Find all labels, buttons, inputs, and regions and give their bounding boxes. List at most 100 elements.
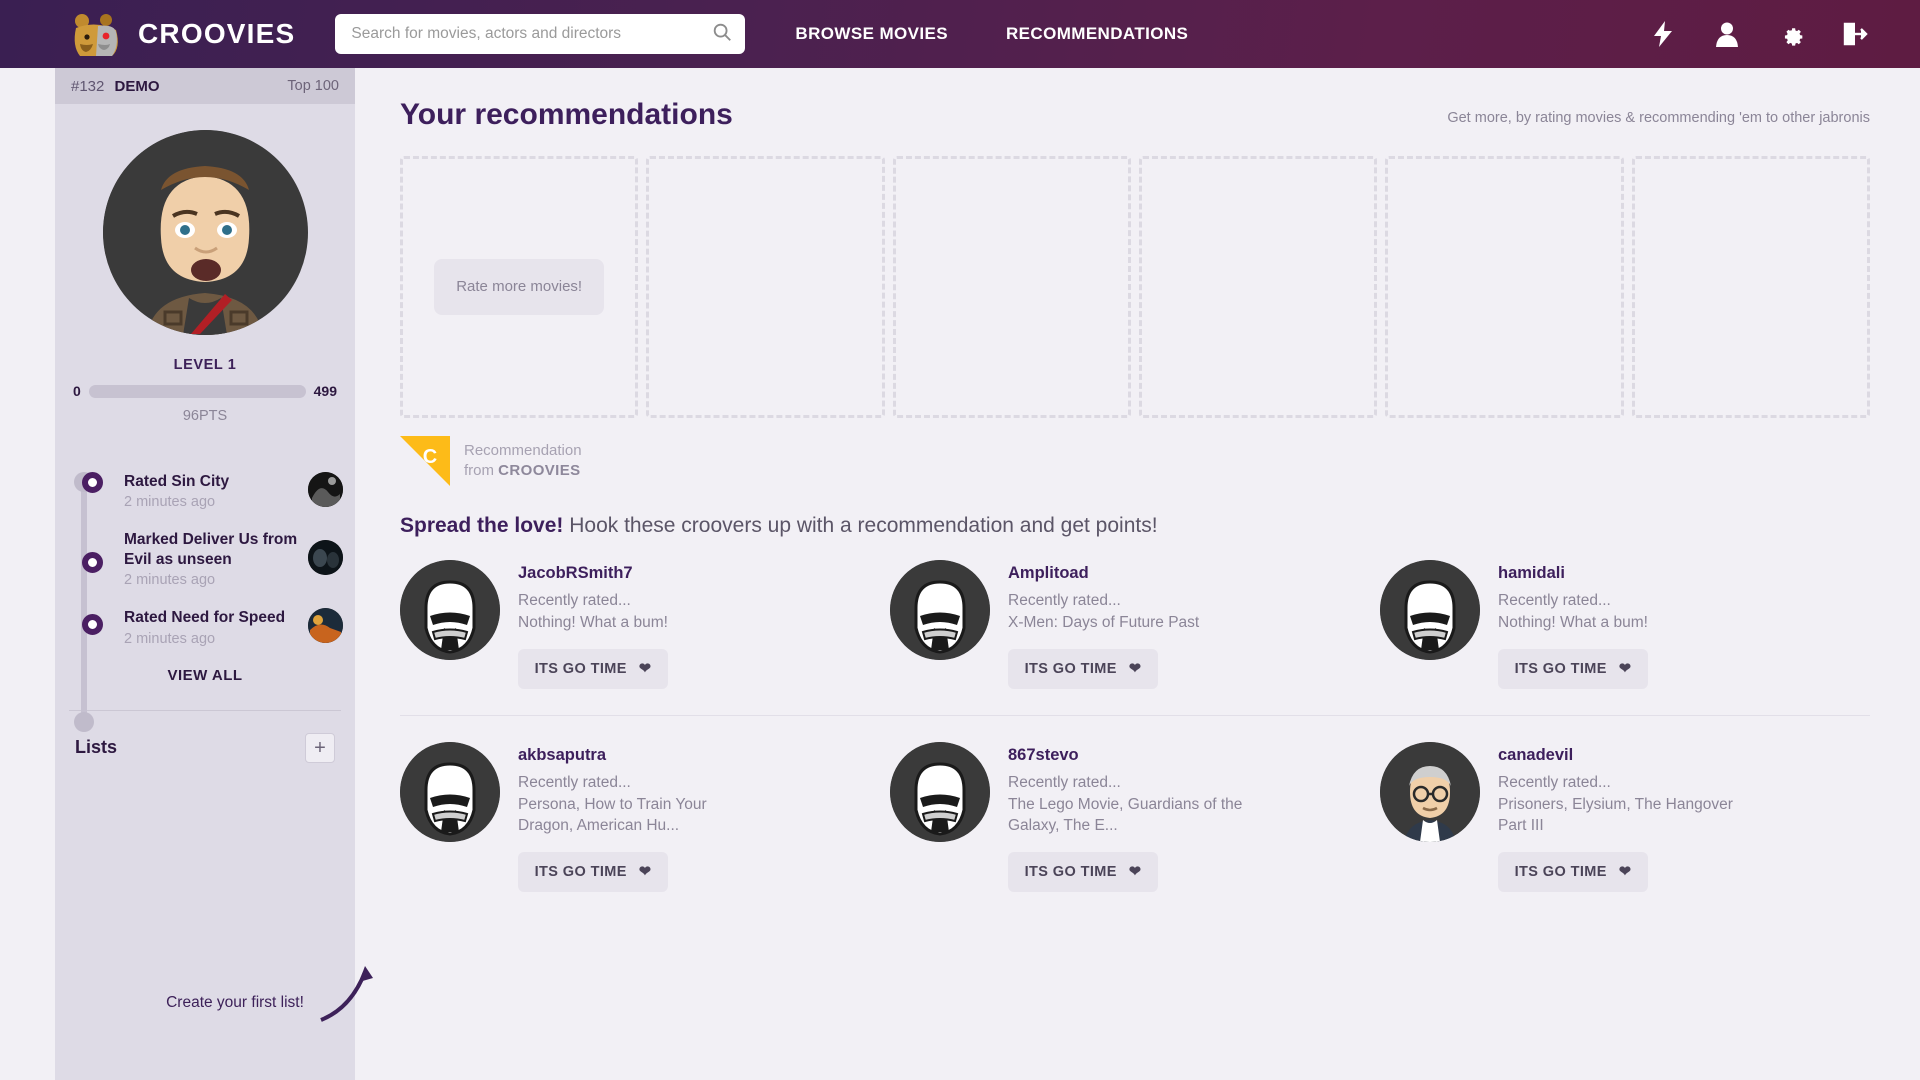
croovers-list: JacobRSmith7 Recently rated... Nothing! … bbox=[400, 560, 1870, 918]
svg-text:C: C bbox=[423, 446, 437, 468]
recommendation-slot[interactable] bbox=[1138, 156, 1378, 418]
legend-line-1: Recommendation bbox=[464, 441, 582, 459]
heart-icon: ❤ bbox=[638, 661, 652, 678]
gear-icon[interactable] bbox=[1778, 21, 1804, 47]
search-input[interactable] bbox=[351, 25, 712, 43]
timeline-line bbox=[81, 480, 87, 730]
croover-card: canadevil Recently rated... Prisoners, E… bbox=[1380, 742, 1870, 892]
croover-avatar[interactable] bbox=[890, 560, 990, 660]
recently-rated-label: Recently rated... bbox=[518, 774, 631, 792]
croover-avatar[interactable] bbox=[400, 560, 500, 660]
croover-name[interactable]: canadevil bbox=[1498, 746, 1738, 765]
top-icon-group bbox=[1650, 0, 1868, 68]
its-go-time-button[interactable]: ITS GO TIME ❤ bbox=[1498, 851, 1648, 892]
view-all-button[interactable]: VIEW ALL bbox=[55, 667, 355, 684]
croover-rated-movies: Persona, How to Train Your Dragon, Ameri… bbox=[518, 796, 707, 834]
timeline-item[interactable]: Rated Sin City 2 minutes ago bbox=[72, 472, 355, 510]
movie-thumbnail[interactable] bbox=[308, 472, 343, 507]
recently-rated-label: Recently rated... bbox=[1498, 774, 1611, 792]
recommendation-slot[interactable]: Rate more movies! bbox=[400, 156, 639, 418]
croover-avatar[interactable] bbox=[1380, 742, 1480, 843]
lightning-bolt-icon[interactable] bbox=[1650, 21, 1676, 47]
go-button-label: ITS GO TIME bbox=[1514, 661, 1607, 678]
croover-name[interactable]: akbsaputra bbox=[518, 746, 758, 765]
user-name: DEMO bbox=[114, 77, 160, 95]
points-label: 96PTS bbox=[182, 408, 228, 424]
crooover-row: akbsaputra Recently rated... Persona, Ho… bbox=[400, 716, 1870, 917]
its-go-time-button[interactable]: ITS GO TIME ❤ bbox=[1498, 649, 1648, 690]
user-avatar[interactable] bbox=[102, 130, 308, 335]
recommendation-slot[interactable] bbox=[646, 156, 885, 418]
spread-rest: Hook these croovers up with a recommenda… bbox=[563, 514, 1158, 537]
activity-title: Rated Need for Speed bbox=[124, 609, 286, 627]
recently-rated-label: Recently rated... bbox=[518, 592, 631, 609]
its-go-time-button[interactable]: ITS GO TIME ❤ bbox=[1008, 649, 1158, 690]
recommendation-slot[interactable] bbox=[892, 156, 1131, 418]
timeline-dot-icon bbox=[82, 472, 103, 493]
timeline-dot-icon bbox=[82, 614, 103, 636]
croover-rated-movies: Nothing! What a bum! bbox=[1498, 614, 1648, 632]
croover-name[interactable]: JacobRSmith7 bbox=[518, 564, 668, 583]
croover-rated-movies: Nothing! What a bum! bbox=[518, 614, 668, 632]
nav-item-browse-movies[interactable]: BROWSE MOVIES bbox=[795, 24, 948, 44]
spread-the-love-heading: Spread the love! Hook these croovers up … bbox=[400, 514, 1870, 538]
nav-item-recommendations[interactable]: RECOMMENDATIONS bbox=[1006, 24, 1188, 44]
main-content: Your recommendations Get more, by rating… bbox=[355, 68, 1920, 1080]
croovies-flag-icon: C bbox=[400, 436, 450, 486]
logo-area[interactable]: CROOVIES bbox=[68, 10, 295, 58]
activity-time: 2 minutes ago bbox=[124, 630, 216, 647]
croover-avatar[interactable] bbox=[1380, 560, 1480, 660]
croover-name[interactable]: hamidali bbox=[1498, 564, 1648, 583]
top-100-label[interactable]: Top 100 bbox=[287, 78, 339, 94]
croover-name[interactable]: 867stevo bbox=[1008, 746, 1248, 765]
croover-avatar[interactable] bbox=[400, 742, 500, 843]
progress-min: 0 bbox=[73, 383, 81, 399]
movie-thumbnail[interactable] bbox=[308, 540, 343, 576]
logout-icon[interactable] bbox=[1842, 21, 1868, 47]
search-box[interactable] bbox=[335, 14, 746, 54]
brand-title: CROOVIES bbox=[138, 18, 296, 49]
progress-track bbox=[88, 384, 306, 398]
recently-rated-label: Recently rated... bbox=[1008, 774, 1121, 792]
user-profile-icon[interactable] bbox=[1714, 21, 1740, 47]
rate-more-movies-button[interactable]: Rate more movies! bbox=[434, 258, 605, 316]
croover-card: JacobRSmith7 Recently rated... Nothing! … bbox=[400, 560, 890, 690]
search-icon[interactable] bbox=[711, 21, 733, 48]
lists-title: Lists bbox=[75, 737, 118, 758]
heart-icon: ❤ bbox=[1618, 863, 1632, 880]
top-navigation-bar: CROOVIES BROWSE MOVIES RECOMMENDATIONS bbox=[0, 0, 1920, 68]
go-button-label: ITS GO TIME bbox=[1024, 863, 1117, 880]
croover-name[interactable]: Amplitoad bbox=[1008, 564, 1199, 583]
croover-rated-movies: The Lego Movie, Guardians of the Galaxy,… bbox=[1008, 796, 1243, 834]
bear-logo-icon bbox=[68, 10, 124, 58]
its-go-time-button[interactable]: ITS GO TIME ❤ bbox=[1008, 851, 1158, 892]
croover-card: hamidali Recently rated... Nothing! What… bbox=[1380, 560, 1870, 690]
croover-avatar[interactable] bbox=[890, 742, 990, 843]
page-header: Your recommendations Get more, by rating… bbox=[400, 98, 1870, 132]
croover-card: 867stevo Recently rated... The Lego Movi… bbox=[890, 742, 1380, 892]
activity-time: 2 minutes ago bbox=[124, 572, 216, 589]
lists-section-header: Lists + bbox=[55, 711, 355, 763]
crooover-row: JacobRSmith7 Recently rated... Nothing! … bbox=[400, 560, 1870, 717]
user-rank: #132 bbox=[71, 77, 105, 95]
main-nav: BROWSE MOVIES RECOMMENDATIONS bbox=[795, 24, 1188, 44]
add-list-button[interactable]: + bbox=[305, 732, 335, 763]
timeline-item[interactable]: Marked Deliver Us from Evil as unseen 2 … bbox=[72, 530, 355, 588]
recommendation-slot[interactable] bbox=[1385, 156, 1624, 418]
go-button-label: ITS GO TIME bbox=[534, 661, 627, 678]
create-first-list-hint: Create your first list! bbox=[166, 994, 304, 1011]
its-go-time-button[interactable]: ITS GO TIME ❤ bbox=[518, 851, 668, 892]
its-go-time-button[interactable]: ITS GO TIME ❤ bbox=[518, 649, 668, 690]
go-button-label: ITS GO TIME bbox=[1514, 863, 1607, 880]
recommendation-slots: Rate more movies! bbox=[400, 156, 1870, 418]
heart-icon: ❤ bbox=[1128, 863, 1142, 880]
croover-rated-movies: Prisoners, Elysium, The Hangover Part II… bbox=[1498, 796, 1733, 834]
activity-time: 2 minutes ago bbox=[124, 494, 216, 511]
timeline-item[interactable]: Rated Need for Speed 2 minutes ago bbox=[72, 608, 355, 647]
recently-rated-label: Recently rated... bbox=[1008, 592, 1121, 609]
recommendation-legend: C Recommendation from CROOVIES bbox=[400, 436, 1870, 486]
recommendation-slot[interactable] bbox=[1631, 156, 1870, 418]
heart-icon: ❤ bbox=[1128, 661, 1142, 678]
activity-title: Marked Deliver Us from Evil as unseen bbox=[124, 531, 298, 569]
legend-brand: CROOVIES bbox=[498, 462, 581, 479]
